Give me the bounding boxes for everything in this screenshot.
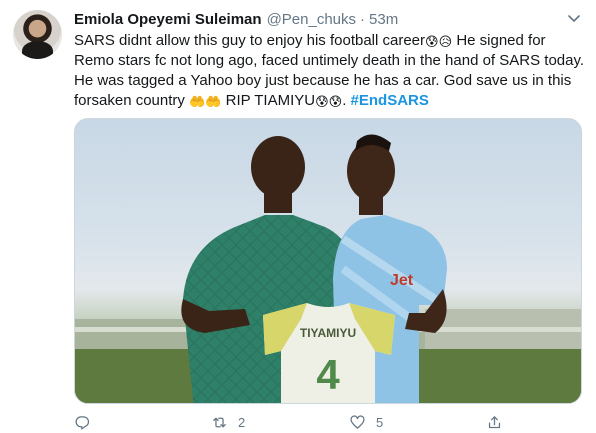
tweet[interactable]: Emiola Opeyemi Suleiman @Pen_chuks · 53m… bbox=[0, 0, 596, 433]
tweet-text-line-4: forsaken country 🤲🤲 RIP TIAMIYU😰😰. #EndS… bbox=[74, 92, 429, 109]
retweet-button[interactable]: 2 bbox=[211, 412, 245, 432]
tweet-text: SARS didnt allow this guy to enjoy his f… bbox=[74, 31, 585, 111]
sponsor-text: Jet bbox=[390, 272, 414, 289]
avatar-silhouette bbox=[22, 41, 53, 59]
header-separator: · bbox=[360, 10, 366, 28]
hashtag-link[interactable]: #EndSARS bbox=[351, 92, 429, 109]
jersey-name: TIYAMIYU bbox=[300, 326, 356, 340]
retweet-icon bbox=[213, 417, 226, 427]
author-handle[interactable]: @Pen_chuks bbox=[267, 11, 356, 28]
author-display-name[interactable]: Emiola Opeyemi Suleiman bbox=[74, 11, 262, 28]
share-icon bbox=[488, 415, 501, 428]
reply-icon bbox=[75, 415, 90, 430]
retweet-count: 2 bbox=[238, 414, 246, 430]
tweet-text-line-1: SARS didnt allow this guy to enjoy his f… bbox=[74, 32, 546, 49]
sad-face-emoji-pair: 😰😰 bbox=[315, 94, 343, 109]
tweet-photo[interactable]: Jet TIYAMIYU 4 bbox=[74, 118, 582, 404]
jersey-number: 4 bbox=[316, 351, 340, 398]
tweet-header: Emiola Opeyemi Suleiman @Pen_chuks · 53m bbox=[74, 9, 398, 29]
share-button[interactable] bbox=[486, 412, 503, 432]
tweet-actions: 2 5 bbox=[74, 412, 582, 432]
heart-icon bbox=[350, 414, 365, 429]
chevron-down-icon[interactable] bbox=[566, 10, 582, 26]
tweet-text-line-3: He was tagged a Yahoo boy just because h… bbox=[74, 72, 572, 89]
tweet-timestamp[interactable]: 53m bbox=[369, 11, 398, 28]
tweet-text-line-2: Remo stars fc not long ago, faced untime… bbox=[74, 52, 585, 69]
reply-button[interactable] bbox=[74, 412, 101, 432]
photo-illustration: Jet TIYAMIYU 4 bbox=[75, 134, 581, 403]
sad-face-emoji-pair: 😰😥 bbox=[425, 34, 453, 49]
like-button[interactable]: 5 bbox=[349, 412, 383, 432]
praying-hands-emoji-pair: 🤲🤲 bbox=[189, 94, 222, 109]
like-count: 5 bbox=[376, 414, 384, 430]
avatar[interactable] bbox=[13, 10, 62, 59]
